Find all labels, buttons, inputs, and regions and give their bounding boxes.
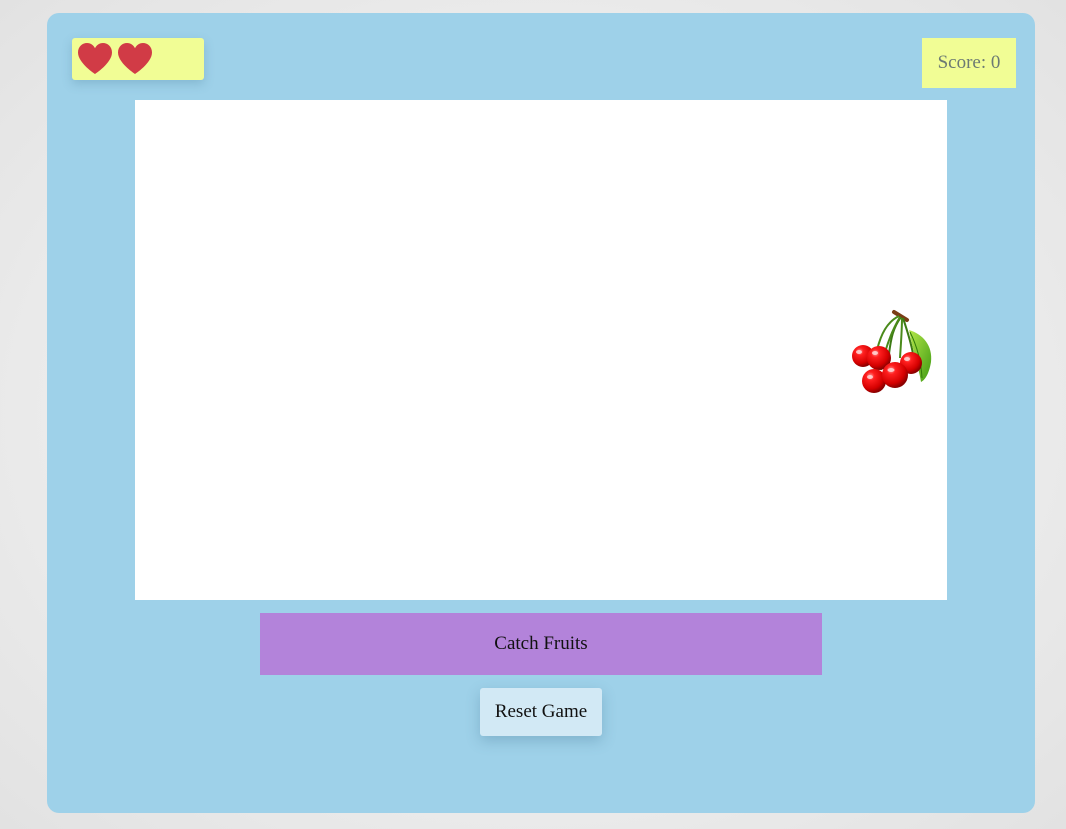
lives-panel — [72, 38, 204, 80]
play-area[interactable] — [135, 100, 947, 600]
heart-icon — [116, 42, 154, 76]
game-container: Score: 0 Catch Fruits Reset Game — [47, 13, 1035, 813]
heart-icon — [76, 42, 114, 76]
cherries-icon[interactable] — [847, 308, 939, 400]
game-title: Catch Fruits — [260, 613, 822, 675]
score-display: Score: 0 — [922, 38, 1016, 88]
reset-game-button[interactable]: Reset Game — [480, 688, 602, 736]
